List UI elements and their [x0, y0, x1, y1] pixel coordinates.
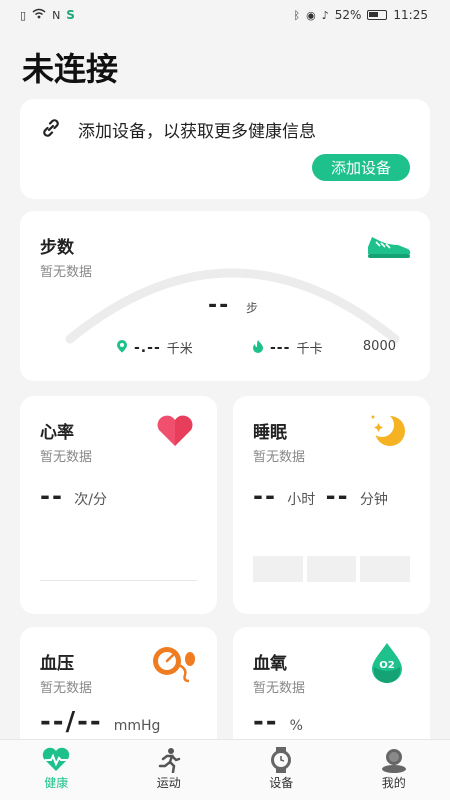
spo2-icon-label: O2 [379, 660, 395, 671]
tab-device-label: 设备 [269, 776, 294, 790]
oxygen-drop-icon: O2 [370, 641, 404, 687]
shoe-icon [366, 233, 412, 265]
sleep-bar [253, 556, 303, 582]
steps-card[interactable]: 步数 暂无数据 -- 步 -.-- 千米 --- 千卡 8000 [20, 211, 430, 381]
heart-rate-card[interactable]: 心率 暂无数据 -- 次/分 [20, 396, 217, 614]
heart-rate-value: -- [40, 482, 64, 510]
sleep-minutes-unit: 分钟 [359, 492, 388, 508]
bp-subtitle: 暂无数据 [40, 681, 93, 696]
tab-health-label: 健康 [44, 776, 69, 790]
running-icon [156, 746, 182, 774]
bp-title: 血压 [40, 654, 74, 674]
calories-value: --- [270, 339, 291, 356]
distance-row: -.-- 千米 [116, 338, 193, 357]
sleep-card[interactable]: 睡眠 暂无数据 -- 小时 -- 分钟 [233, 396, 430, 614]
sim-icon: ▯ [20, 8, 27, 22]
distance-unit: 千米 [166, 342, 193, 357]
connect-card: 添加设备，以获取更多健康信息 添加设备 [20, 99, 430, 199]
tab-profile-label: 我的 [381, 776, 406, 790]
moon-icon [368, 412, 408, 452]
bp-reading: --/-- mmHg [40, 707, 160, 737]
battery-icon [367, 10, 388, 20]
location-pin-icon [116, 339, 128, 357]
connect-prompt: 添加设备，以获取更多健康信息 [78, 122, 316, 142]
tab-health[interactable]: 健康 [0, 740, 113, 800]
status-right: ᛒ ◉ ♪ 52% 11:25 [293, 8, 428, 22]
tab-profile[interactable]: 我的 [338, 740, 450, 800]
tab-sport-label: 运动 [156, 776, 181, 790]
heart-rate-title: 心率 [40, 423, 74, 443]
flame-icon [252, 339, 264, 357]
watch-icon [269, 746, 293, 774]
sleep-title: 睡眠 [253, 423, 287, 443]
heart-rate-reading: -- 次/分 [40, 482, 107, 510]
sleep-stage-bars [253, 556, 411, 582]
spo2-reading: -- % [253, 707, 303, 737]
app-s-icon: S [66, 8, 75, 22]
clock: 11:25 [393, 8, 428, 22]
heart-rate-chart-baseline [40, 580, 197, 581]
spo2-title: 血氧 [253, 654, 287, 674]
heart-rate-subtitle: 暂无数据 [40, 450, 93, 465]
battery-percent: 52% [334, 8, 362, 22]
spo2-subtitle: 暂无数据 [253, 681, 306, 696]
calories-unit: 千卡 [296, 342, 323, 357]
tab-device[interactable]: 设备 [225, 740, 338, 800]
bottom-tab-bar: 健康 运动 设备 我的 [0, 739, 450, 800]
link-icon [40, 117, 62, 144]
blood-oxygen-card[interactable]: 血氧 暂无数据 O2 -- % [233, 627, 430, 757]
sleep-reading: -- 小时 -- 分钟 [253, 482, 388, 510]
wifi-icon [32, 8, 46, 22]
sleep-hours: -- [253, 482, 277, 510]
heart-rate-unit: 次/分 [74, 492, 107, 508]
calories-row: --- 千卡 [252, 338, 322, 357]
status-bar: ▯ N S ᛒ ◉ ♪ 52% 11:25 [0, 0, 450, 30]
nfc-icon: N [52, 8, 61, 22]
add-device-button[interactable]: 添加设备 [312, 154, 410, 181]
spo2-unit: % [289, 718, 303, 734]
steps-value: -- [208, 293, 231, 318]
steps-unit: 步 [246, 301, 259, 315]
heart-icon [155, 414, 195, 452]
blood-pressure-icon [151, 645, 197, 689]
steps-progress-arc [65, 268, 400, 344]
sleep-bar [306, 556, 357, 582]
bp-unit: mmHg [113, 718, 161, 734]
sleep-minutes: -- [325, 482, 350, 510]
health-heart-icon [41, 746, 71, 774]
tab-sport[interactable]: 运动 [113, 740, 226, 800]
mute-icon: ♪ [321, 8, 329, 22]
status-left: ▯ N S [20, 8, 75, 22]
profile-avatar-icon [380, 746, 408, 774]
steps-goal: 8000 [362, 339, 396, 354]
spo2-value: -- [253, 707, 279, 737]
page-title: 未连接 [22, 50, 119, 88]
location-icon: ◉ [306, 8, 316, 22]
sleep-subtitle: 暂无数据 [253, 450, 306, 465]
distance-value: -.-- [134, 339, 161, 356]
sleep-bar [360, 556, 411, 582]
bluetooth-icon: ᛒ [293, 8, 301, 22]
bp-value: --/-- [40, 707, 103, 737]
sleep-hours-unit: 小时 [287, 492, 316, 508]
blood-pressure-card[interactable]: 血压 暂无数据 --/-- mmHg [20, 627, 217, 757]
